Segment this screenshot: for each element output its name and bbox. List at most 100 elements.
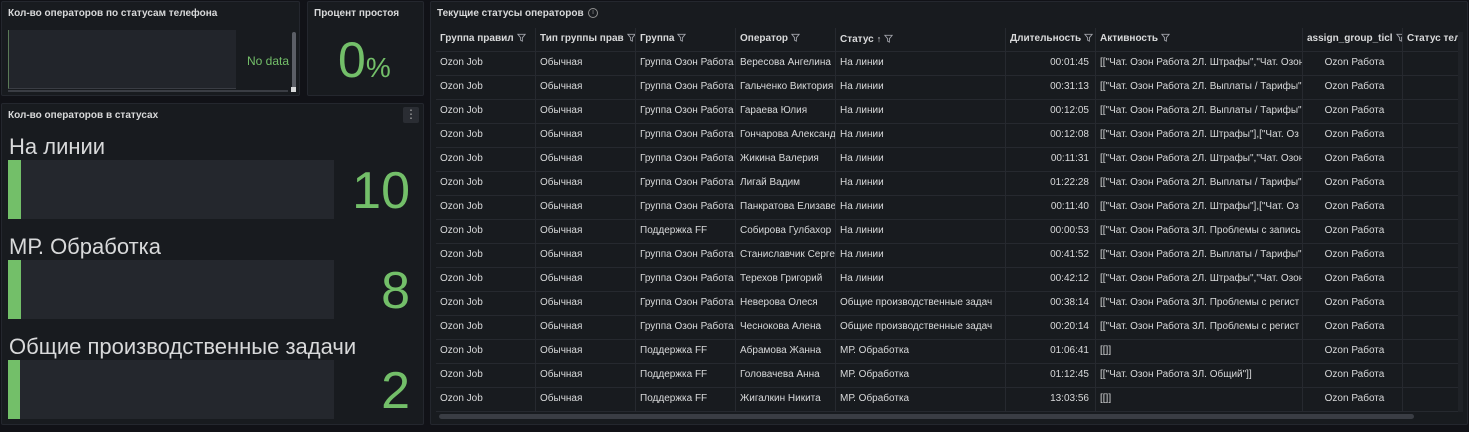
table-cell xyxy=(1403,316,1463,340)
table-cell xyxy=(1403,388,1463,412)
table-cell: Обычная xyxy=(536,172,636,196)
filter-icon[interactable] xyxy=(1084,33,1094,42)
table-cell: Станиславчик Серге xyxy=(736,244,836,268)
table-row[interactable]: Ozon Job Обычная Группа Озон Работа Панкрат… xyxy=(436,196,1463,220)
table-row[interactable]: Ozon Job Обычная Поддержка FF Абрамова Жанн… xyxy=(436,340,1463,364)
table-cell: 00:42:12 xyxy=(1006,268,1096,292)
panel-title: Текущие статусы операторов xyxy=(437,8,584,19)
table-cell: Ozon Работа xyxy=(1303,268,1403,292)
info-icon[interactable]: i xyxy=(588,8,598,18)
table-cell: Ozon Работа xyxy=(1303,196,1403,220)
table-cell: На линии xyxy=(836,268,1006,292)
gauge-value: 10 xyxy=(352,162,410,220)
table-cell: Группа Озон Работа xyxy=(636,100,736,124)
table-cell: На линии xyxy=(836,76,1006,100)
table-cell: [["Чат. Озон Работа 2Л. Выплаты / Тарифы… xyxy=(1096,244,1303,268)
column-header[interactable]: Оператор xyxy=(736,28,836,52)
filter-icon[interactable] xyxy=(1395,33,1403,42)
horizontal-scrollbar[interactable] xyxy=(8,90,288,92)
table-row[interactable]: Ozon Job Обычная Группа Озон Работа Жикина … xyxy=(436,148,1463,172)
table-cell xyxy=(1403,340,1463,364)
table-cell: 00:41:52 xyxy=(1006,244,1096,268)
column-header[interactable]: Активность xyxy=(1096,28,1303,52)
table-cell: 01:22:28 xyxy=(1006,172,1096,196)
table-cell: МР. Обработка xyxy=(836,388,1006,412)
filter-icon[interactable] xyxy=(884,34,894,43)
filter-icon[interactable] xyxy=(677,33,687,42)
column-header[interactable]: Группа xyxy=(636,28,736,52)
table-cell: Ozon Job xyxy=(436,124,536,148)
vertical-scrollbar[interactable] xyxy=(1458,32,1463,412)
table-row[interactable]: Ozon Job Обычная Поддержка FF Собирова Гулб… xyxy=(436,220,1463,244)
table-cell: Жигалкин Никита xyxy=(736,388,836,412)
gauge-track xyxy=(8,260,334,319)
table-cell: Лигай Вадим xyxy=(736,172,836,196)
table-cell: [["Чат. Озон Работа 2Л. Штрафы","Чат. Оз… xyxy=(1096,268,1303,292)
stat-value: 0 xyxy=(338,32,366,88)
vertical-scrollbar[interactable] xyxy=(292,32,296,88)
column-header[interactable]: Тип группы прав xyxy=(536,28,636,52)
table-cell: Вересова Ангелина xyxy=(736,52,836,76)
phone-status-panel: Кол-во операторов по статусам телефона N… xyxy=(1,1,300,96)
table-cell: Обычная xyxy=(536,388,636,412)
column-header-label: Активность xyxy=(1100,33,1159,44)
table-cell: Ozon Работа xyxy=(1303,292,1403,316)
table-row[interactable]: Ozon Job Обычная Группа Озон Работа Гальчен… xyxy=(436,76,1463,100)
table-cell: Чеснокова Алена xyxy=(736,316,836,340)
column-header[interactable]: Группа правил xyxy=(436,28,536,52)
vertical-dots-icon[interactable]: ⋮ xyxy=(403,107,419,123)
filter-icon[interactable] xyxy=(626,33,636,42)
resize-handle[interactable] xyxy=(291,87,296,92)
filter-icon[interactable] xyxy=(1161,33,1171,42)
column-header[interactable]: Длительность xyxy=(1006,28,1096,52)
table-row[interactable]: Ozon Job Обычная Группа Озон Работа Лигай В… xyxy=(436,172,1463,196)
filter-icon[interactable] xyxy=(516,33,526,42)
table-cell: Обычная xyxy=(536,292,636,316)
table-cell: Панкратова Елизаве xyxy=(736,196,836,220)
table-row[interactable]: Ozon Job Обычная Группа Озон Работа Гараева… xyxy=(436,100,1463,124)
table-cell: Гараева Юлия xyxy=(736,100,836,124)
table-row[interactable]: Ozon Job Обычная Группа Озон Работа Гончаро… xyxy=(436,124,1463,148)
table-cell: [["Чат. Озон Работа 2Л. Выплаты / Тарифы… xyxy=(1096,76,1303,100)
gauge-track xyxy=(8,160,334,219)
table-row[interactable]: Ozon Job Обычная Группа Озон Работа Неверов… xyxy=(436,292,1463,316)
table-cell: Группа Озон Работа xyxy=(636,124,736,148)
table-cell: 00:11:31 xyxy=(1006,148,1096,172)
table-cell: 01:06:41 xyxy=(1006,340,1096,364)
stat-unit: % xyxy=(365,52,391,83)
table-row[interactable]: Ozon Job Обычная Группа Озон Работа Терехов… xyxy=(436,268,1463,292)
table-cell: 00:01:45 xyxy=(1006,52,1096,76)
bar-gauge-item: МР. Обработка 8 xyxy=(8,234,418,332)
table-cell: [["Чат. Озон Работа 3Л. Проблемы с регис… xyxy=(1096,316,1303,340)
table-cell: Ozon Job xyxy=(436,220,536,244)
table-row[interactable]: Ozon Job Обычная Группа Озон Работа Вересов… xyxy=(436,52,1463,76)
table-row[interactable]: Ozon Job Обычная Группа Озон Работа Чесноко… xyxy=(436,316,1463,340)
table-row[interactable]: Ozon Job Обычная Группа Озон Работа Станисл… xyxy=(436,244,1463,268)
table-cell xyxy=(1403,100,1463,124)
column-header[interactable]: Статус ↑ xyxy=(836,28,1006,52)
gauge-value: 2 xyxy=(381,362,410,420)
table-header-row: Группа правил Тип группы прав Группа Операт… xyxy=(436,28,1463,52)
idle-percent-panel: Процент простоя 0% xyxy=(307,1,424,96)
table-cell: Поддержка FF xyxy=(636,220,736,244)
column-header-label: assign_group_ticl xyxy=(1307,33,1393,44)
table-row[interactable]: Ozon Job Обычная Поддержка FF Головачева Ан… xyxy=(436,364,1463,388)
table-cell: Ozon Работа xyxy=(1303,364,1403,388)
table-cell: Обычная xyxy=(536,76,636,100)
table-cell xyxy=(1403,76,1463,100)
table-cell: 00:00:53 xyxy=(1006,220,1096,244)
idle-percent-value: 0% xyxy=(338,32,391,95)
table-cell: Обычная xyxy=(536,364,636,388)
table-cell: На линии xyxy=(836,100,1006,124)
column-header[interactable]: Статус теле xyxy=(1403,28,1463,52)
gauge-track xyxy=(8,360,334,419)
sort-arrow-icon[interactable]: ↑ xyxy=(877,34,882,44)
table-cell: Обычная xyxy=(536,100,636,124)
table-cell: Обычная xyxy=(536,196,636,220)
column-header[interactable]: assign_group_ticl xyxy=(1303,28,1403,52)
table-cell: Ozon Job xyxy=(436,268,536,292)
table-row[interactable]: Ozon Job Обычная Поддержка FF Жигалкин Ники… xyxy=(436,388,1463,412)
operator-table: Группа правил Тип группы прав Группа Операт… xyxy=(436,28,1463,413)
filter-icon[interactable] xyxy=(791,33,801,42)
horizontal-scrollbar[interactable] xyxy=(439,414,1414,419)
